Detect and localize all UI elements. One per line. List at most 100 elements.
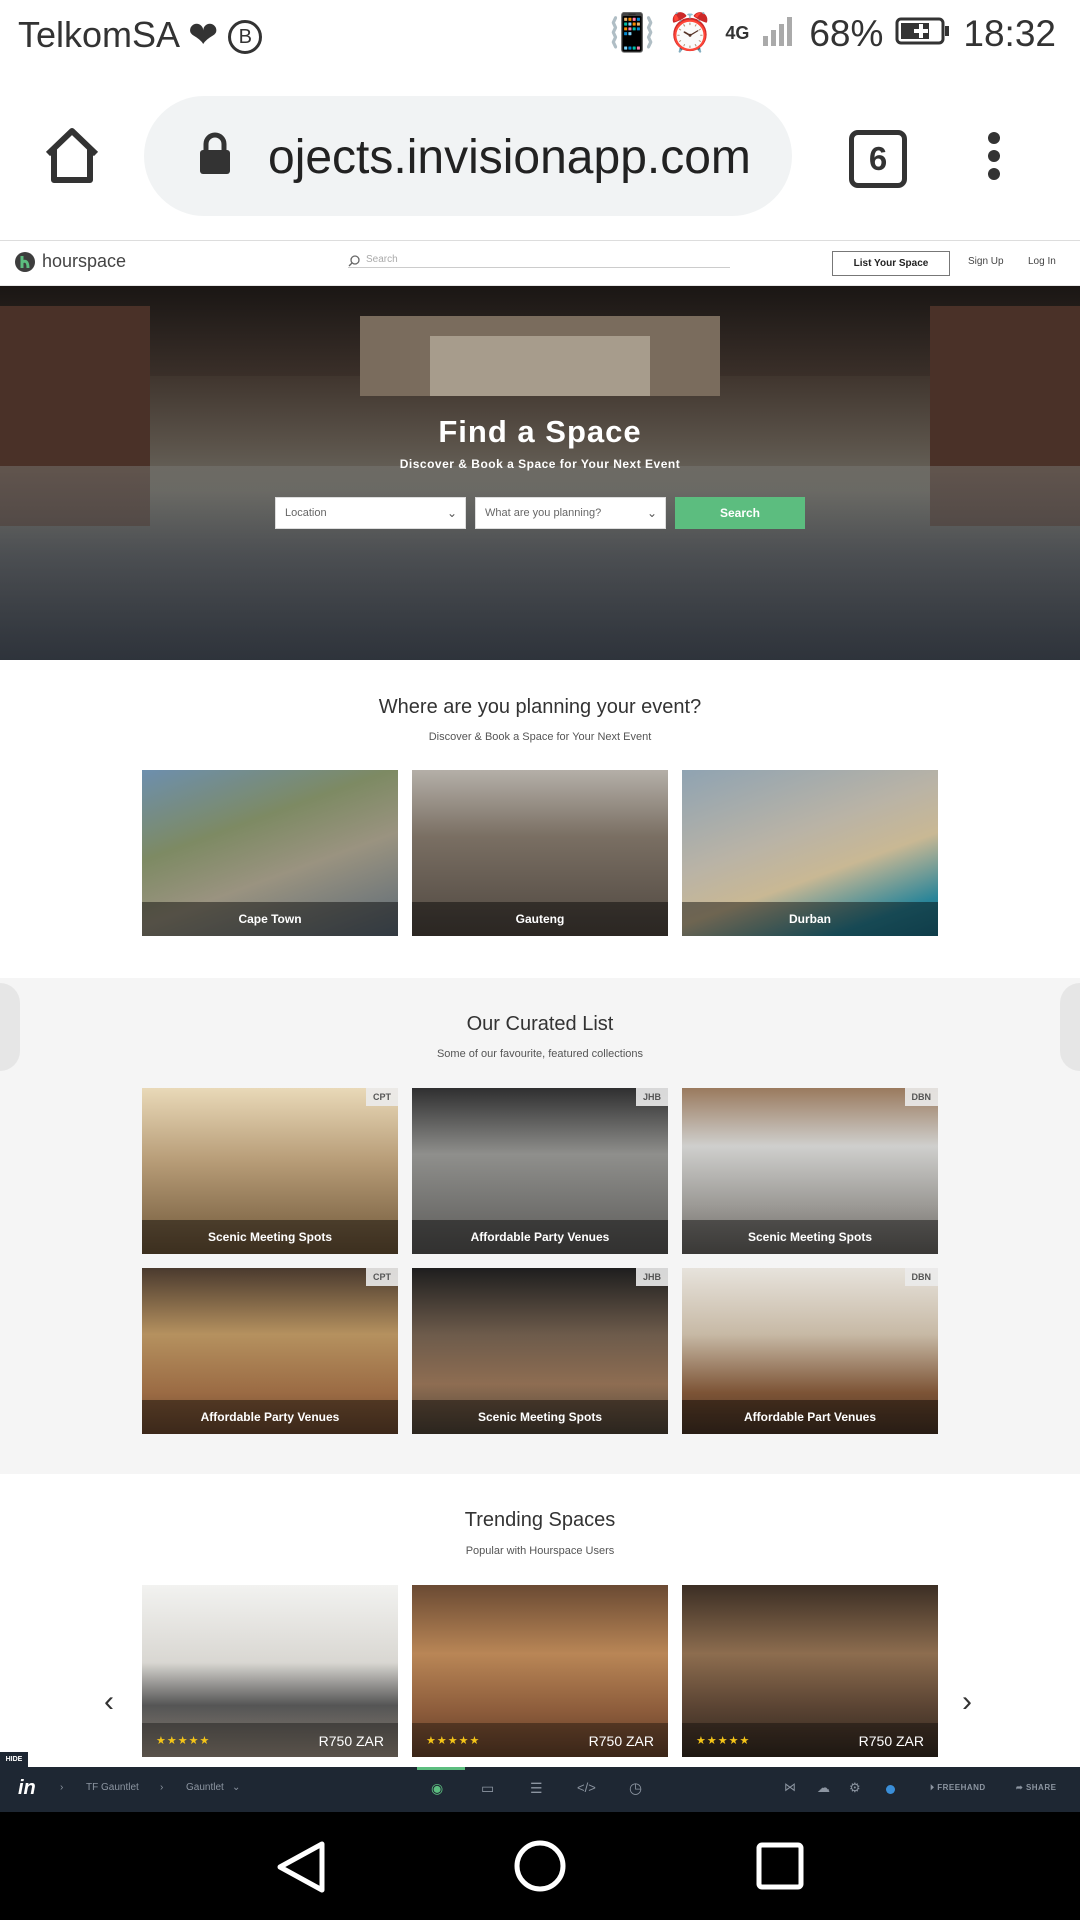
- invision-logo[interactable]: in: [18, 1777, 36, 1800]
- lock-icon: [198, 132, 232, 181]
- chevron-down-icon[interactable]: ⌄: [232, 1782, 240, 1793]
- status-carrier: TelkomSA ❤ B: [18, 14, 263, 56]
- cities-subtitle: Discover & Book a Space for Your Next Ev…: [428, 731, 652, 743]
- sign-up-link[interactable]: Sign Up: [968, 256, 1004, 267]
- curated-card-label: Scenic Meeting Spots: [142, 1220, 398, 1254]
- search-input[interactable]: Search: [366, 254, 398, 265]
- back-icon[interactable]: [276, 1840, 326, 1899]
- curated-card-label: Scenic Meeting Spots: [682, 1220, 938, 1254]
- city-card-label: Gauteng: [412, 902, 668, 936]
- trending-card[interactable]: ★★★★★ R750 ZAR: [682, 1585, 938, 1757]
- location-select-label: Location: [285, 507, 327, 519]
- event-type-select-label: What are you planning?: [485, 507, 602, 519]
- trending-card[interactable]: ★★★★★ R750 ZAR: [142, 1585, 398, 1757]
- inspect-code-icon[interactable]: </>: [577, 1780, 596, 1795]
- log-in-link[interactable]: Log In: [1028, 256, 1056, 267]
- alarm-icon: ⏰: [667, 12, 714, 53]
- trending-card[interactable]: ★★★★★ R750 ZAR: [412, 1585, 668, 1757]
- curated-card[interactable]: JHB Affordable Party Venues: [412, 1088, 668, 1254]
- trending-title: Trending Spaces: [464, 1509, 616, 1531]
- city-tag: JHB: [635, 1088, 668, 1106]
- breadcrumb-screen[interactable]: Gauntlet: [186, 1782, 224, 1793]
- rating-stars: ★★★★★: [426, 1735, 481, 1747]
- share-link-icon[interactable]: ⋈: [784, 1780, 796, 1794]
- curated-card-label: Scenic Meeting Spots: [412, 1400, 668, 1434]
- curated-card-label: Affordable Part Venues: [682, 1400, 938, 1434]
- chevron-down-icon: ⌄: [646, 506, 657, 520]
- curated-card-label: Affordable Party Venues: [142, 1400, 398, 1434]
- price-label: R750 ZAR: [588, 1733, 654, 1749]
- hide-toolbar-button[interactable]: HIDE: [0, 1752, 28, 1767]
- city-tag: CPT: [366, 1088, 398, 1106]
- breadcrumb-project[interactable]: TF Gauntlet: [86, 1782, 139, 1793]
- home-circle-icon[interactable]: [514, 1840, 566, 1897]
- carrier-label: TelkomSA: [18, 14, 179, 55]
- share-button[interactable]: ➦ SHARE: [1016, 1783, 1056, 1792]
- curated-card[interactable]: CPT Affordable Party Venues: [142, 1268, 398, 1434]
- event-type-select[interactable]: What are you planning? ⌄: [475, 497, 666, 529]
- status-right: 📳 ⏰ 4G 68% 18:32: [609, 12, 1056, 55]
- preview-eye-icon[interactable]: ◉: [431, 1780, 443, 1797]
- clock-time: 18:32: [963, 12, 1056, 54]
- tab-switcher-button[interactable]: 6: [849, 130, 907, 188]
- list-your-space-button[interactable]: List Your Space: [832, 251, 950, 276]
- curated-card-label: Affordable Party Venues: [412, 1220, 668, 1254]
- city-card-cape-town[interactable]: Cape Town: [142, 770, 398, 936]
- search-underline: [348, 267, 730, 268]
- url-text[interactable]: ojects.invisionapp.com: [268, 130, 751, 185]
- overflow-menu-icon[interactable]: [988, 132, 1004, 180]
- curated-card[interactable]: DBN Scenic Meeting Spots: [682, 1088, 938, 1254]
- rating-stars: ★★★★★: [156, 1735, 211, 1747]
- notes-icon[interactable]: ☰: [530, 1780, 543, 1797]
- comment-mode-icon[interactable]: ▭: [481, 1780, 494, 1797]
- city-card-durban[interactable]: Durban: [682, 770, 938, 936]
- history-clock-icon[interactable]: ◷: [629, 1779, 642, 1797]
- recents-square-icon[interactable]: [756, 1842, 804, 1895]
- city-card-label: Cape Town: [142, 902, 398, 936]
- curated-card[interactable]: CPT Scenic Meeting Spots: [142, 1088, 398, 1254]
- curated-subtitle: Some of our favourite, featured collecti…: [436, 1048, 644, 1060]
- gear-icon[interactable]: ⚙: [849, 1780, 861, 1796]
- price-label: R750 ZAR: [318, 1733, 384, 1749]
- hero-search-button[interactable]: Search: [675, 497, 805, 529]
- freehand-button[interactable]: ⏵ FREEHAND: [930, 1783, 986, 1793]
- city-card-gauteng[interactable]: Gauteng: [412, 770, 668, 936]
- chevron-left-icon[interactable]: ‹: [104, 1685, 114, 1719]
- cities-title: Where are you planning your event?: [378, 696, 702, 718]
- breadcrumb-separator-icon: ›: [60, 1782, 64, 1793]
- hero-banner: [0, 286, 1080, 660]
- home-icon[interactable]: [42, 126, 102, 189]
- user-status-dot: [886, 1785, 895, 1794]
- search-icon: [348, 254, 360, 272]
- trending-subtitle: Popular with Hourspace Users: [465, 1545, 615, 1557]
- city-tag: JHB: [635, 1268, 668, 1286]
- city-tag: DBN: [904, 1268, 938, 1286]
- chevron-right-icon[interactable]: ›: [962, 1685, 972, 1719]
- b-badge-icon: B: [228, 20, 263, 55]
- active-mode-indicator: [417, 1767, 465, 1770]
- network-type: 4G: [725, 23, 750, 43]
- city-tag: CPT: [366, 1268, 398, 1286]
- hero-title: Find a Space: [438, 414, 642, 449]
- city-tag: DBN: [904, 1088, 938, 1106]
- share-label: SHARE: [1025, 1783, 1057, 1792]
- signal-icon: [761, 13, 797, 55]
- hourspace-logo-icon[interactable]: [14, 251, 36, 278]
- location-select[interactable]: Location ⌄: [275, 497, 466, 529]
- curated-title: Our Curated List: [466, 1013, 614, 1035]
- rating-stars: ★★★★★: [696, 1735, 751, 1747]
- freehand-label: FREEHAND: [937, 1783, 986, 1792]
- chevron-down-icon: ⌄: [446, 506, 457, 520]
- breadcrumb-separator-icon: ›: [160, 1782, 164, 1793]
- vibrate-icon: 📳: [609, 12, 656, 53]
- curated-card[interactable]: JHB Scenic Meeting Spots: [412, 1268, 668, 1434]
- battery-percent: 68%: [809, 12, 884, 54]
- hero-subtitle: Discover & Book a Space for Your Next Ev…: [399, 457, 681, 471]
- heart-icon: ❤: [188, 14, 219, 55]
- logo-text[interactable]: hourspace: [42, 251, 126, 272]
- cloud-icon[interactable]: ☁: [817, 1780, 830, 1796]
- battery-icon: [895, 13, 951, 55]
- curated-card[interactable]: DBN Affordable Part Venues: [682, 1268, 938, 1434]
- price-label: R750 ZAR: [858, 1733, 924, 1749]
- city-card-label: Durban: [682, 902, 938, 936]
